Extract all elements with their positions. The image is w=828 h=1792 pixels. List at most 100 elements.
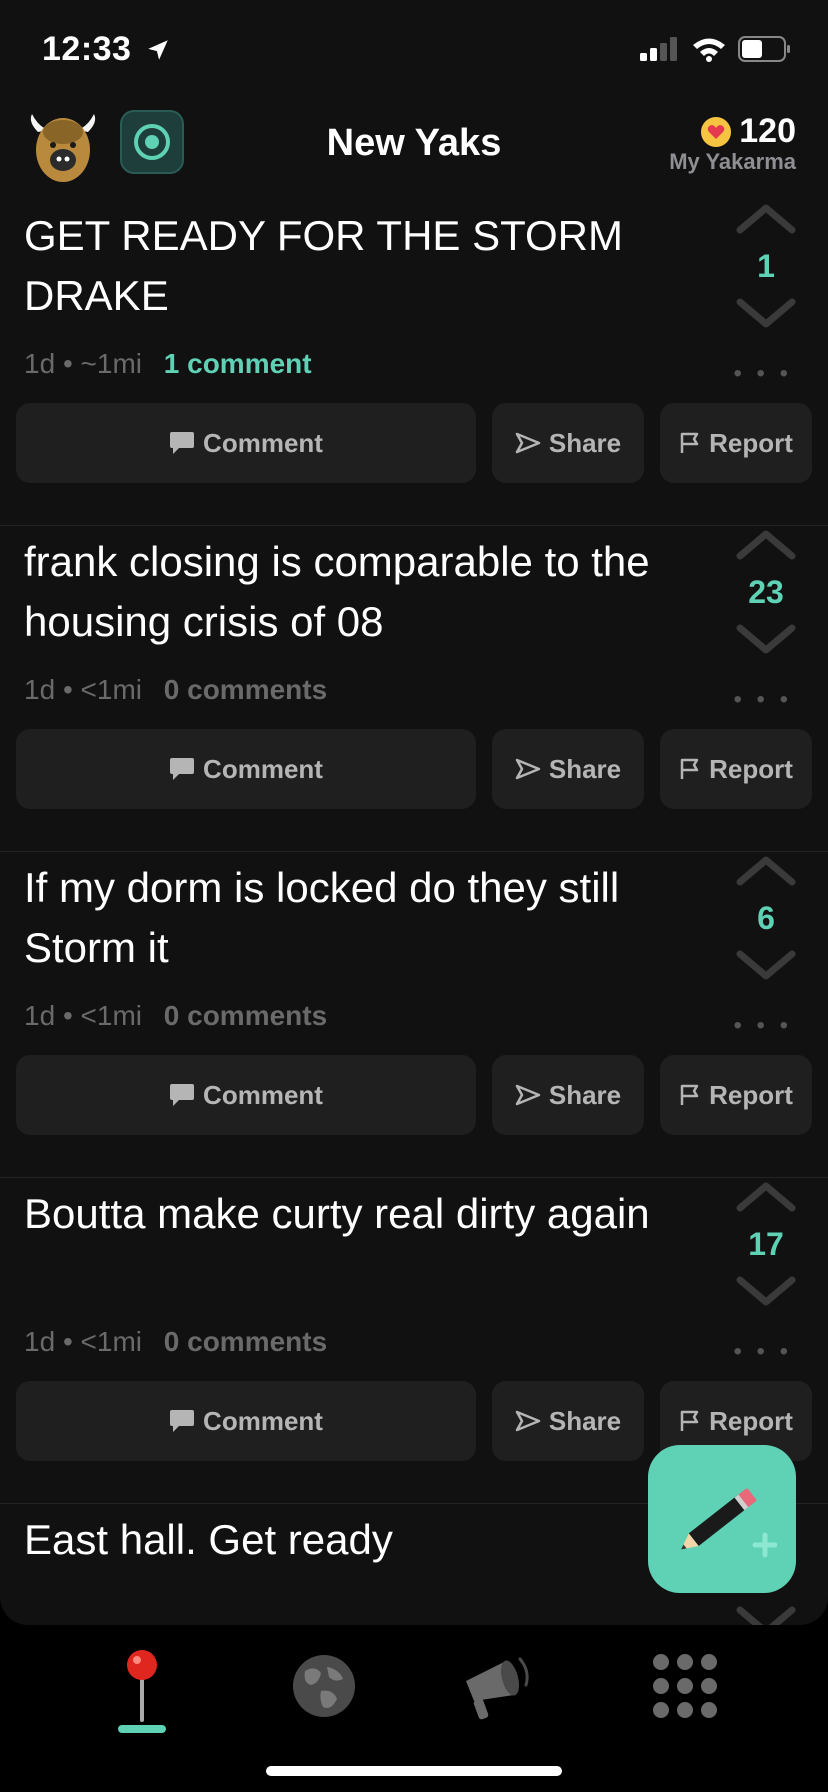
share-label: Share [548, 753, 622, 784]
report-label: Report [709, 1405, 793, 1436]
yak-post[interactable]: If my dorm is locked do they still Storm… [0, 852, 828, 1178]
report-label: Report [709, 427, 793, 458]
tab-local[interactable] [97, 1641, 187, 1731]
post-age: 1d [24, 674, 56, 705]
flag-icon [680, 1084, 699, 1105]
comment-count-link[interactable]: 0 comments [164, 1326, 327, 1357]
share-label: Share [548, 1405, 622, 1436]
downvote-icon[interactable] [734, 296, 798, 332]
post-text: GET READY FOR THE STORM DRAKE [24, 212, 623, 319]
share-button[interactable]: Share [492, 403, 644, 483]
compose-yak-button[interactable] [648, 1445, 796, 1593]
post-distance: <1mi [80, 1000, 142, 1031]
post-actions: Comment Share Report [16, 1055, 812, 1135]
tab-bar [0, 1625, 828, 1792]
grid-menu-icon [653, 1654, 717, 1718]
share-button[interactable]: Share [492, 729, 644, 809]
report-button[interactable]: Report [660, 403, 812, 483]
comment-button[interactable]: Comment [16, 403, 476, 483]
battery-icon [738, 36, 790, 62]
share-arrow-icon [515, 432, 541, 454]
vote-score: 1 [757, 248, 775, 284]
share-arrow-icon [515, 1084, 541, 1106]
comment-button[interactable]: Comment [16, 729, 476, 809]
vote-control: 17 [730, 1178, 802, 1358]
share-button[interactable]: Share [492, 1381, 644, 1461]
upvote-icon[interactable] [734, 526, 798, 562]
share-button[interactable]: Share [492, 1055, 644, 1135]
post-age: 1d [24, 1326, 56, 1357]
yak-post[interactable]: GET READY FOR THE STORM DRAKE 1d • ~1mi … [0, 200, 828, 526]
comment-count-link[interactable]: 0 comments [164, 1000, 327, 1031]
comment-button[interactable]: Comment [16, 1055, 476, 1135]
tab-world[interactable] [279, 1641, 369, 1731]
more-options-icon[interactable]: • • • [733, 1012, 792, 1040]
upvote-icon[interactable] [734, 852, 798, 888]
meta-separator: • [62, 348, 73, 379]
downvote-icon[interactable] [734, 1274, 798, 1310]
comment-label: Comment [203, 1079, 323, 1110]
vote-control: 1 [730, 200, 802, 380]
post-meta: 1d • ~1mi 1 comment [24, 348, 312, 380]
post-text: Boutta make curty real dirty again [24, 1190, 650, 1237]
yakarma-display[interactable]: 120 My Yakarma [669, 112, 796, 175]
globe-icon [293, 1655, 355, 1717]
megaphone-icon [466, 1657, 529, 1720]
yakarma-count: 120 [739, 112, 796, 150]
comment-bubble-icon [170, 1084, 195, 1106]
yak-post[interactable]: frank closing is comparable to the housi… [0, 526, 828, 852]
post-meta: 1d • <1mi 0 comments [24, 1000, 327, 1032]
yakarma-label: My Yakarma [669, 149, 796, 174]
comment-count-link[interactable]: 1 comment [164, 348, 312, 379]
comment-bubble-icon [170, 432, 195, 454]
flag-icon [680, 758, 699, 779]
post-age: 1d [24, 348, 56, 379]
share-label: Share [548, 1079, 622, 1110]
comment-bubble-icon [170, 1410, 195, 1432]
flag-icon [680, 432, 699, 453]
post-text: If my dorm is locked do they still Storm… [24, 864, 620, 971]
vote-score: 23 [748, 574, 784, 610]
post-age: 1d [24, 1000, 56, 1031]
home-indicator[interactable] [266, 1766, 562, 1776]
comment-button[interactable]: Comment [16, 1381, 476, 1461]
location-arrow-icon [148, 40, 169, 60]
post-distance: <1mi [80, 1326, 142, 1357]
tab-announcements[interactable] [453, 1641, 543, 1731]
report-button[interactable]: Report [660, 1055, 812, 1135]
vote-control: 6 [730, 852, 802, 1032]
report-label: Report [709, 753, 793, 784]
upvote-icon[interactable] [734, 200, 798, 236]
status-bar: 12:33 [0, 0, 828, 100]
post-distance: ~1mi [80, 348, 142, 379]
meta-separator: • [62, 1000, 73, 1031]
status-time: 12:33 [42, 30, 171, 69]
tab-more[interactable] [640, 1641, 730, 1731]
vote-control: 23 [730, 526, 802, 706]
post-text: frank closing is comparable to the housi… [24, 538, 650, 645]
status-icons [640, 36, 792, 62]
vote-score: 17 [748, 1226, 784, 1262]
yak-feed[interactable]: GET READY FOR THE STORM DRAKE 1d • ~1mi … [0, 200, 828, 1625]
more-options-icon[interactable]: • • • [733, 686, 792, 714]
meta-separator: • [62, 674, 73, 705]
report-label: Report [709, 1079, 793, 1110]
comment-bubble-icon [170, 758, 195, 780]
upvote-icon[interactable] [734, 1178, 798, 1214]
flag-icon [680, 1410, 699, 1431]
downvote-icon[interactable] [734, 622, 798, 658]
comment-count-link[interactable]: 0 comments [164, 674, 327, 705]
header: New Yaks 120 My Yakarma [0, 100, 828, 200]
downvote-icon[interactable] [734, 948, 798, 984]
more-options-icon[interactable]: • • • [733, 1338, 792, 1366]
post-text: East hall. Get ready [24, 1516, 393, 1563]
heart-icon [701, 116, 732, 147]
wifi-icon [693, 38, 725, 62]
comment-label: Comment [203, 753, 323, 784]
cellular-signal-icon [640, 37, 677, 61]
downvote-icon[interactable] [734, 1604, 798, 1625]
more-options-icon[interactable]: • • • [733, 360, 792, 388]
pencil-plus-icon [681, 1488, 777, 1558]
post-distance: <1mi [80, 674, 142, 705]
report-button[interactable]: Report [660, 729, 812, 809]
